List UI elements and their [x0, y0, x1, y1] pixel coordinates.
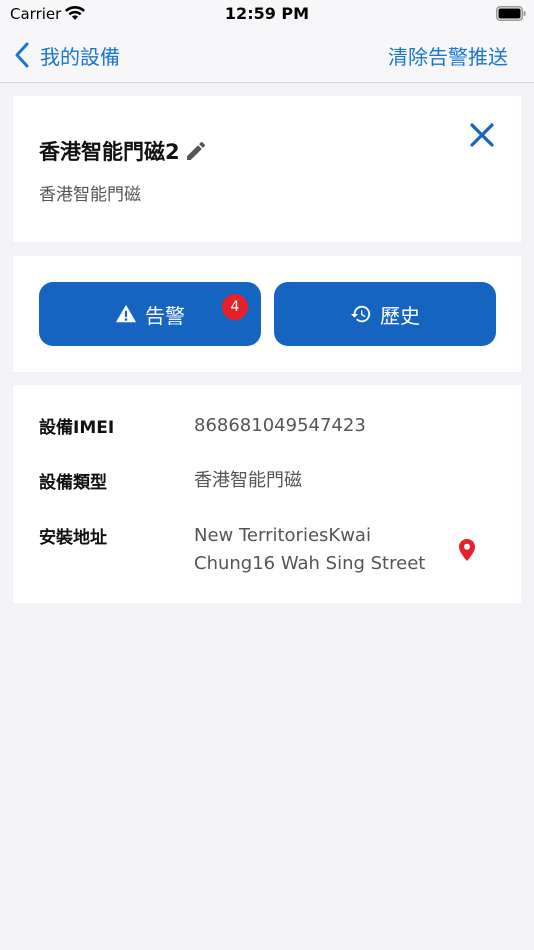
map-pin-icon[interactable] [458, 538, 476, 562]
imei-label: 設備IMEI [39, 418, 115, 438]
device-type-subtitle: 香港智能門磁 [39, 185, 141, 205]
alarm-button[interactable]: 告警 4 [39, 282, 261, 346]
back-button[interactable]: 我的設備 [14, 40, 120, 70]
pencil-icon[interactable] [184, 139, 208, 163]
battery-icon [496, 6, 526, 21]
install-address-label: 安裝地址 [39, 528, 107, 548]
install-address-value: New TerritoriesKwai Chung16 Wah Sing Str… [194, 525, 426, 574]
actions-card: 告警 4 歷史 [13, 256, 521, 372]
history-button[interactable]: 歷史 [274, 282, 496, 346]
back-label: 我的設備 [40, 44, 120, 69]
status-bar: Carrier 12:59 PM [0, 0, 534, 30]
history-button-label: 歷史 [380, 303, 420, 328]
device-title-row: 香港智能門磁2 [39, 136, 208, 166]
chevron-left-icon [15, 42, 29, 68]
imei-value: 868681049547423 [194, 415, 366, 436]
device-name: 香港智能門磁2 [39, 140, 180, 164]
close-icon[interactable] [469, 122, 495, 148]
device-info-card: 設備IMEI 868681049547423 設備類型 香港智能門磁 安裝地址 … [13, 385, 521, 603]
alarm-button-label: 告警 [145, 303, 185, 328]
clock: 12:59 PM [224, 4, 310, 23]
clear-alarm-push-button[interactable]: 清除告警推送 [388, 41, 508, 70]
history-icon [350, 305, 371, 323]
navigation-bar: 我的設備 清除告警推送 [0, 30, 534, 83]
alarm-count-badge: 4 [222, 294, 248, 320]
warning-icon [115, 304, 137, 323]
device-header-card: 香港智能門磁2 香港智能門磁 [13, 96, 521, 242]
device-type-value: 香港智能門磁 [194, 470, 302, 491]
device-type-label: 設備類型 [39, 473, 107, 493]
